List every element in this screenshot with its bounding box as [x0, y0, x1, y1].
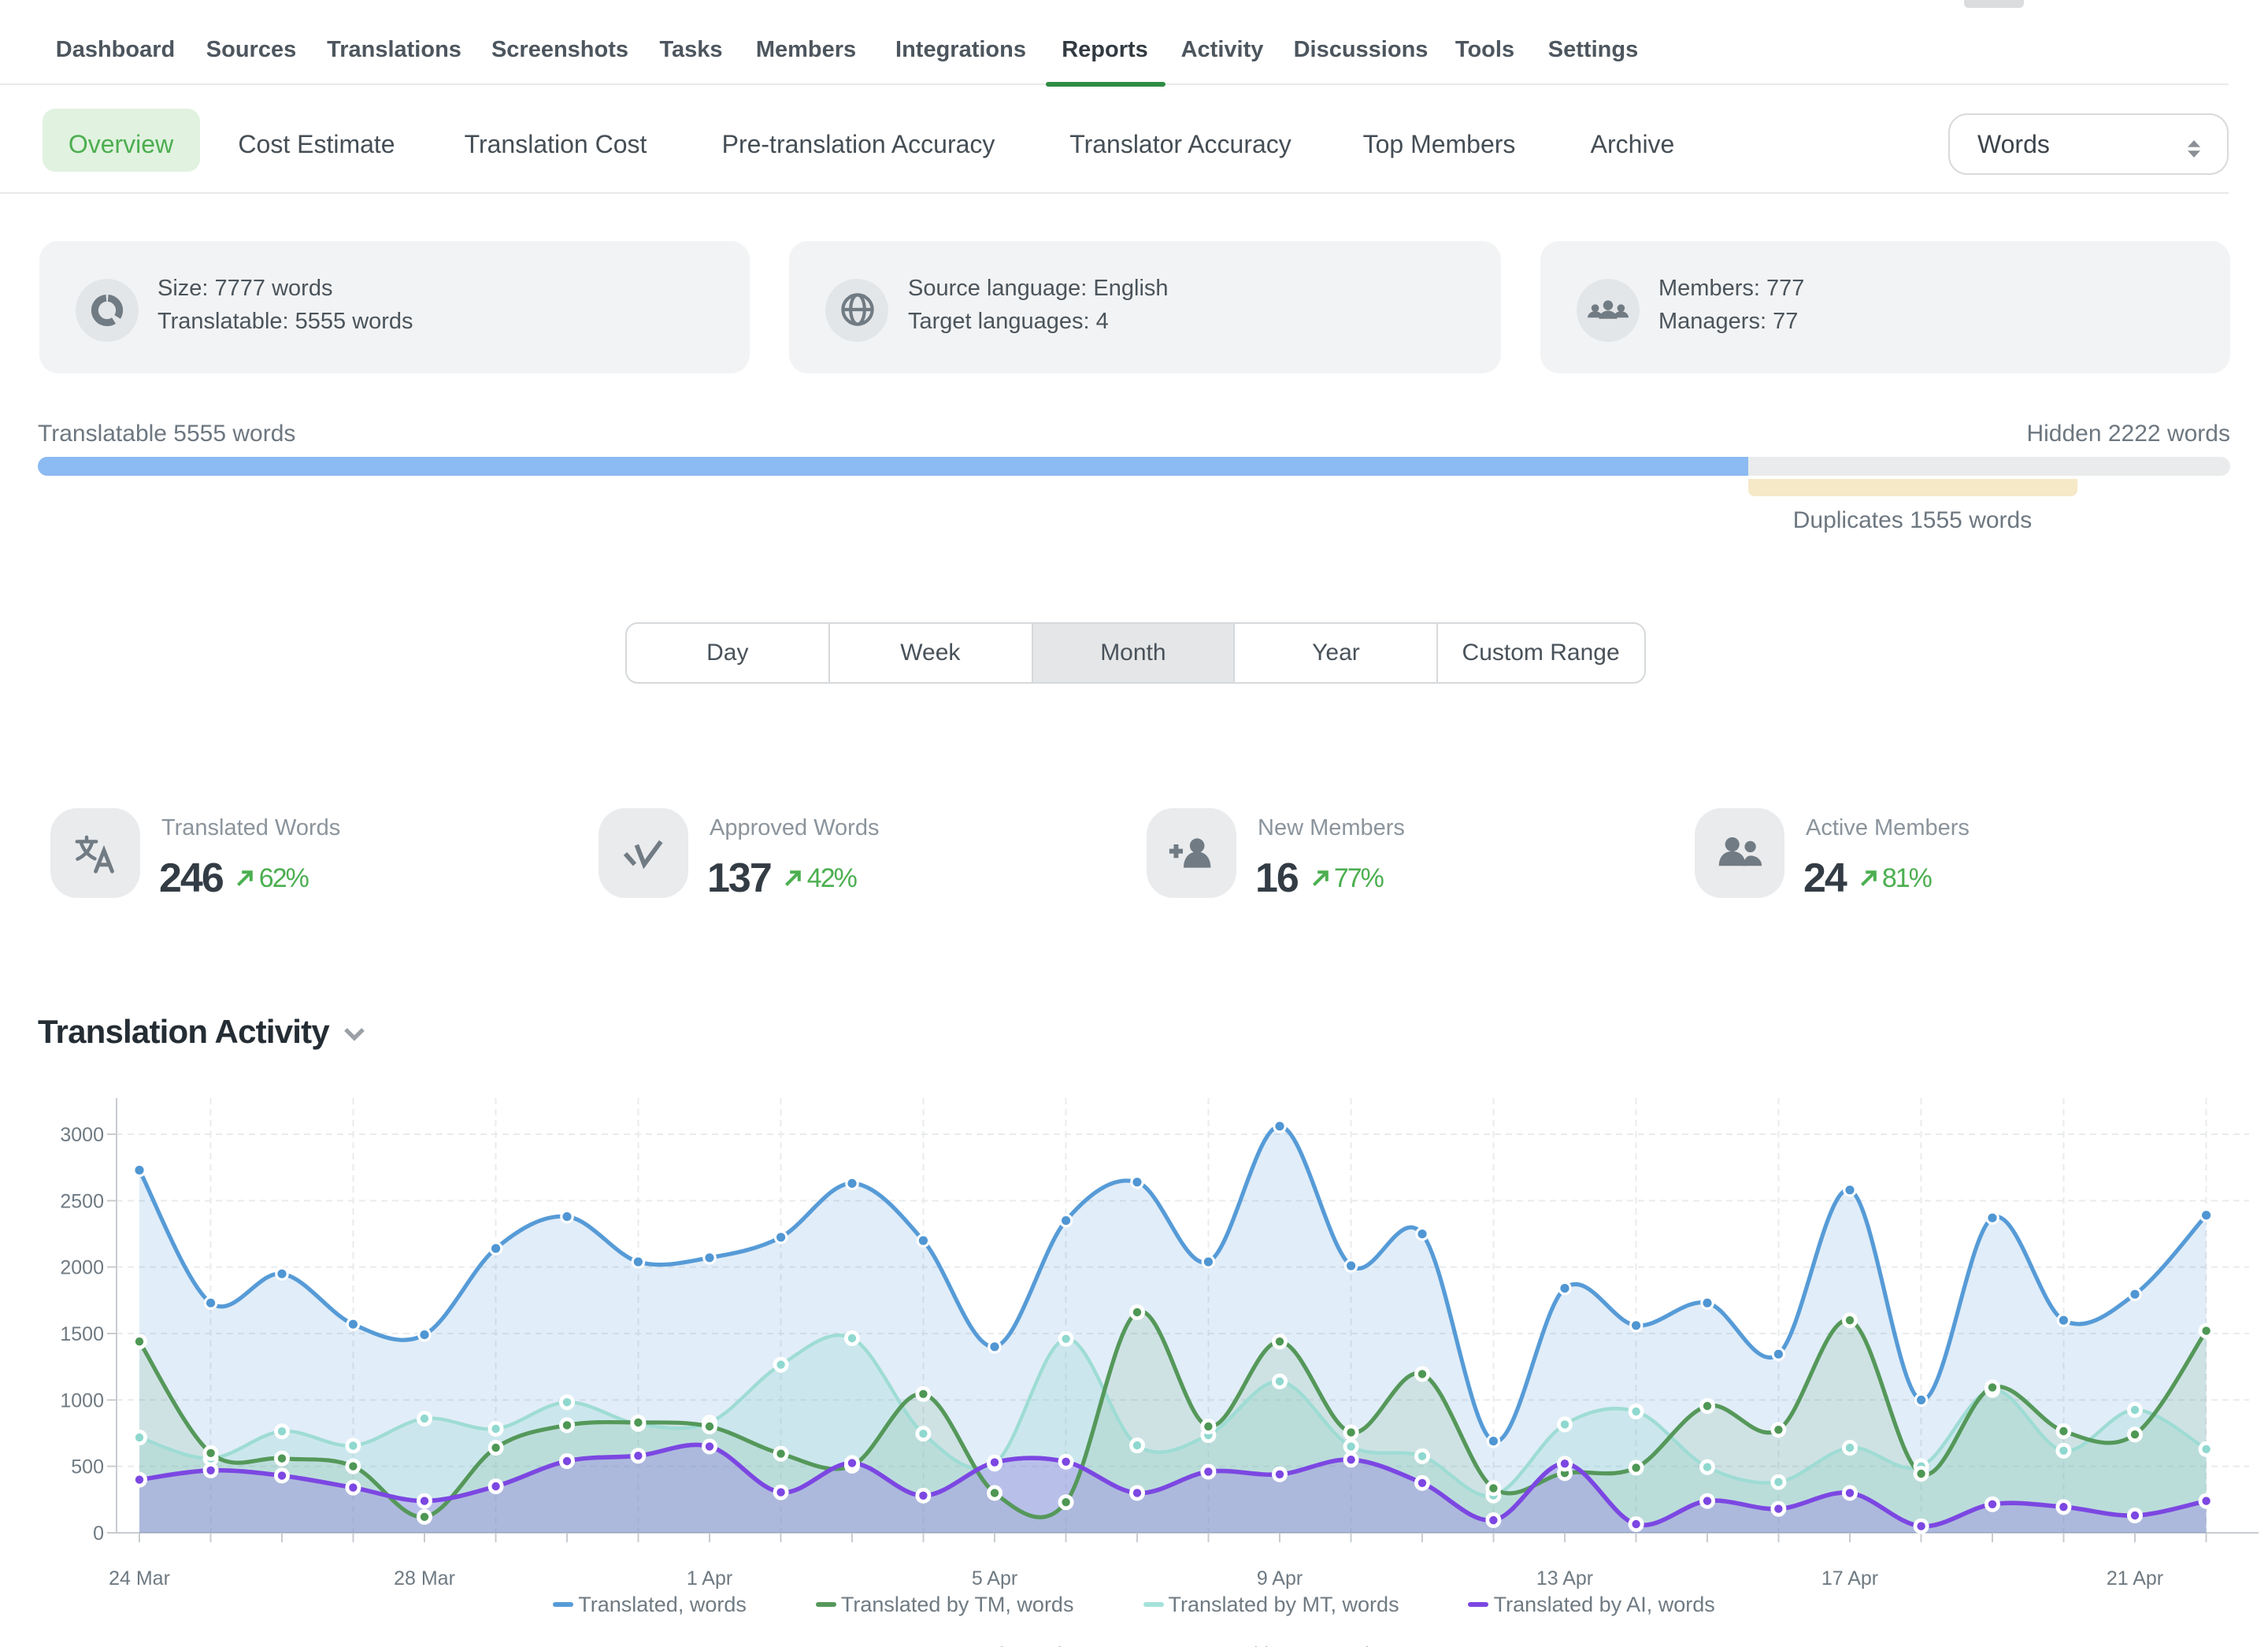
svg-text:500: 500: [71, 1456, 104, 1478]
svg-text:17 Apr: 17 Apr: [1821, 1567, 1878, 1590]
svg-text:1 Apr: 1 Apr: [687, 1567, 732, 1590]
svg-text:21 Apr: 21 Apr: [2107, 1567, 2163, 1590]
svg-text:0: 0: [93, 1523, 104, 1545]
svg-text:1500: 1500: [60, 1323, 104, 1345]
svg-text:3000: 3000: [60, 1124, 104, 1146]
svg-text:1000: 1000: [60, 1389, 104, 1411]
svg-text:2000: 2000: [60, 1257, 104, 1279]
svg-text:28 Mar: 28 Mar: [394, 1567, 455, 1590]
svg-text:24 Mar: 24 Mar: [109, 1567, 170, 1590]
svg-text:5 Apr: 5 Apr: [972, 1567, 1017, 1590]
svg-text:2500: 2500: [60, 1190, 104, 1212]
svg-text:13 Apr: 13 Apr: [1536, 1567, 1593, 1590]
svg-text:9 Apr: 9 Apr: [1257, 1567, 1303, 1590]
